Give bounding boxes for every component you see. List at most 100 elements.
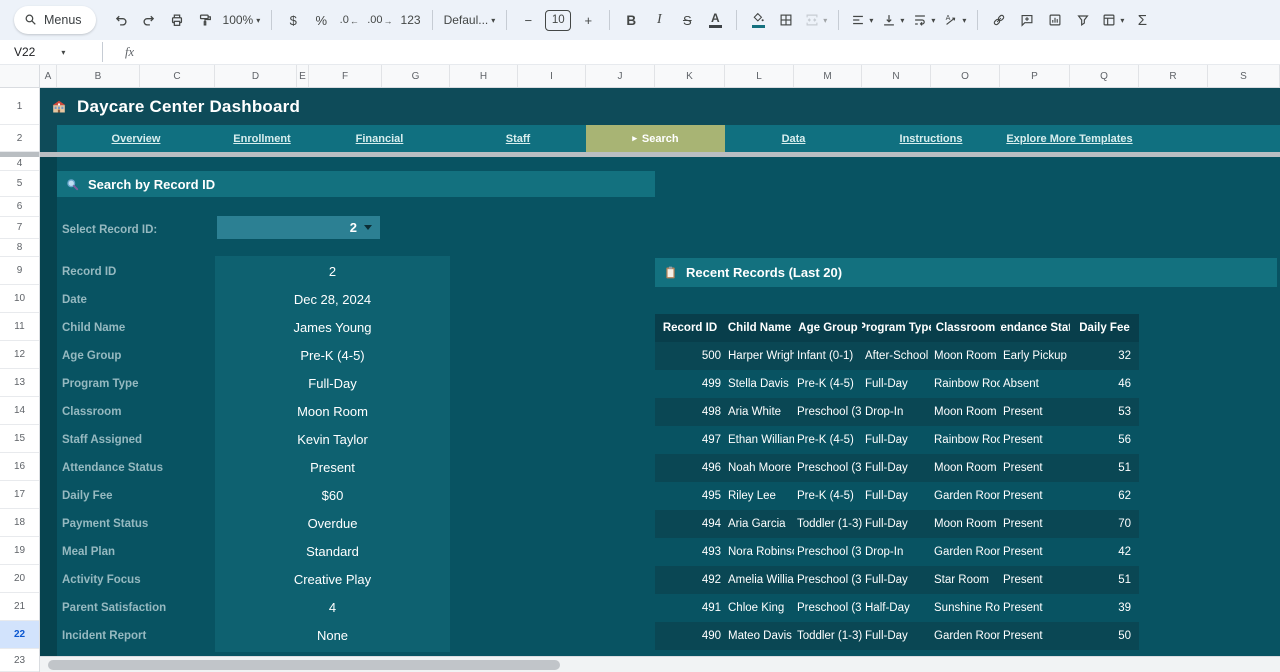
column-header-K[interactable]: K: [655, 65, 725, 87]
column-header-J[interactable]: J: [586, 65, 655, 87]
row-header-14[interactable]: 14: [0, 397, 39, 425]
column-header-G[interactable]: G: [382, 65, 450, 87]
borders-button[interactable]: [773, 7, 799, 33]
horizontal-align-control[interactable]: ▾: [847, 7, 876, 33]
table-cell: 62: [1070, 482, 1139, 510]
row-header-17[interactable]: 17: [0, 481, 39, 509]
table-cell: Full-Day: [862, 370, 931, 398]
menus-label: Menus: [44, 13, 82, 27]
row-header-18[interactable]: 18: [0, 509, 39, 537]
row-header-2[interactable]: 2: [0, 125, 39, 152]
functions-button[interactable]: Σ: [1129, 7, 1155, 33]
table-cell: Noah Moore: [725, 454, 794, 482]
decrease-decimal-button[interactable]: .0←: [336, 7, 362, 33]
fill-color-button[interactable]: [745, 7, 771, 33]
search-section-header: Search by Record ID: [57, 171, 655, 197]
zoom-control[interactable]: 100% ▾: [220, 7, 264, 33]
print-button[interactable]: [164, 7, 190, 33]
tab-staff[interactable]: Staff: [450, 125, 586, 152]
tab-explore-more-templates[interactable]: Explore More Templates: [1000, 125, 1139, 152]
insert-comment-button[interactable]: [1014, 7, 1040, 33]
increase-font-size-button[interactable]: +: [575, 7, 601, 33]
tab-search[interactable]: ▸Search: [586, 125, 725, 152]
filter-button[interactable]: [1070, 7, 1096, 33]
column-header-C[interactable]: C: [140, 65, 215, 87]
redo-button[interactable]: [136, 7, 162, 33]
record-id-dropdown[interactable]: 2: [217, 216, 380, 239]
bold-button[interactable]: B: [618, 7, 644, 33]
row-header-4[interactable]: 4: [0, 157, 39, 171]
column-header-R[interactable]: R: [1139, 65, 1208, 87]
row-header-8[interactable]: 8: [0, 239, 39, 257]
row-header-10[interactable]: 10: [0, 285, 39, 313]
column-header-E[interactable]: E: [297, 65, 309, 87]
tab-financial[interactable]: Financial: [309, 125, 450, 152]
horizontal-scrollbar[interactable]: [40, 656, 1280, 672]
menus-button[interactable]: Menus: [14, 6, 96, 34]
decrease-font-size-button[interactable]: −: [515, 7, 541, 33]
table-cell: 51: [1070, 454, 1139, 482]
column-header-I[interactable]: I: [518, 65, 586, 87]
row-header-9[interactable]: 9: [0, 257, 39, 285]
select-all-corner[interactable]: [0, 65, 40, 87]
column-header-O[interactable]: O: [931, 65, 1000, 87]
row-header-6[interactable]: 6: [0, 197, 39, 217]
italic-button[interactable]: I: [646, 7, 672, 33]
number-format-button[interactable]: 123: [398, 7, 424, 33]
table-cell: Toddler (1-3): [794, 510, 862, 538]
column-header-B[interactable]: B: [57, 65, 140, 87]
column-header-M[interactable]: M: [794, 65, 862, 87]
tab-overview[interactable]: Overview: [57, 125, 215, 152]
format-currency-button[interactable]: $: [280, 7, 306, 33]
dashboard-page: Search by Record ID Select Record ID: 2 …: [40, 157, 1280, 672]
table-cell: Moon Room: [931, 510, 1000, 538]
row-header-19[interactable]: 19: [0, 537, 39, 565]
strikethrough-button[interactable]: S: [674, 7, 700, 33]
text-wrap-control[interactable]: ▾: [909, 7, 938, 33]
row-header-21[interactable]: 21: [0, 593, 39, 621]
column-header-N[interactable]: N: [862, 65, 931, 87]
row-header-22[interactable]: 22: [0, 621, 39, 649]
row-header-23[interactable]: 23: [0, 649, 39, 672]
field-label-attendance-status: Attendance Status: [62, 454, 212, 482]
row-header-11[interactable]: 11: [0, 313, 39, 341]
merge-cells-button[interactable]: ▾: [801, 7, 830, 33]
field-label-meal-plan: Meal Plan: [62, 538, 212, 566]
column-header-A[interactable]: A: [40, 65, 57, 87]
text-rotation-control[interactable]: A ▾: [940, 7, 969, 33]
column-header-Q[interactable]: Q: [1070, 65, 1139, 87]
column-header-F[interactable]: F: [309, 65, 382, 87]
column-header-H[interactable]: H: [450, 65, 518, 87]
font-family-control[interactable]: Defaul... ▾: [441, 7, 499, 33]
row-header-15[interactable]: 15: [0, 425, 39, 453]
text-color-button[interactable]: A: [702, 7, 728, 33]
table-column-header-label: Record ID: [663, 322, 717, 334]
link-icon: [991, 12, 1007, 28]
increase-decimal-button[interactable]: .00→: [364, 7, 395, 33]
insert-link-button[interactable]: [986, 7, 1012, 33]
row-header-12[interactable]: 12: [0, 341, 39, 369]
column-header-P[interactable]: P: [1000, 65, 1070, 87]
insert-chart-button[interactable]: [1042, 7, 1068, 33]
tab-data[interactable]: Data: [725, 125, 862, 152]
row-header-13[interactable]: 13: [0, 369, 39, 397]
tab-instructions[interactable]: Instructions: [862, 125, 1000, 152]
row-header-1[interactable]: 1: [0, 88, 39, 125]
row-header-7[interactable]: 7: [0, 217, 39, 239]
column-header-D[interactable]: D: [215, 65, 297, 87]
tab-enrollment[interactable]: Enrollment: [215, 125, 309, 152]
tab-label: Overview: [112, 133, 161, 145]
row-header-16[interactable]: 16: [0, 453, 39, 481]
column-header-S[interactable]: S: [1208, 65, 1280, 87]
row-header-20[interactable]: 20: [0, 565, 39, 593]
format-percent-button[interactable]: %: [308, 7, 334, 33]
table-views-control[interactable]: ▾: [1098, 7, 1127, 33]
column-header-L[interactable]: L: [725, 65, 794, 87]
paint-format-button[interactable]: [192, 7, 218, 33]
font-size-input[interactable]: 10: [545, 10, 571, 31]
row-header-5[interactable]: 5: [0, 171, 39, 197]
horizontal-scrollbar-thumb[interactable]: [48, 660, 560, 670]
vertical-align-control[interactable]: ▾: [878, 7, 907, 33]
cell-reference-box[interactable]: V22 ▾: [0, 45, 96, 59]
undo-button[interactable]: [108, 7, 134, 33]
